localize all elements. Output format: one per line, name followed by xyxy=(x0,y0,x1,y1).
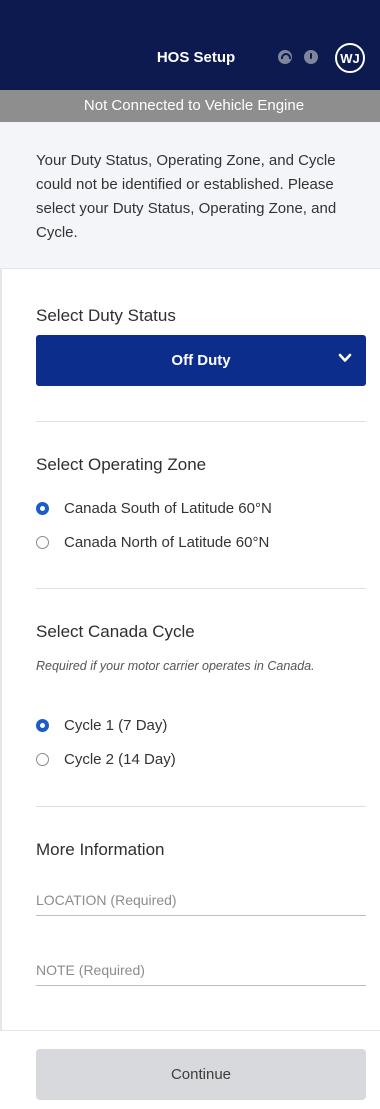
divider xyxy=(36,806,366,807)
more-info-title: More Information xyxy=(36,840,165,859)
continue-button[interactable]: Continue xyxy=(36,1049,366,1100)
cycle-option-label: Cycle 1 (7 Day) xyxy=(64,717,168,734)
cycle-option-2[interactable]: Cycle 2 (14 Day) xyxy=(36,751,176,768)
gauge-icon[interactable] xyxy=(278,50,292,64)
duty-status-title: Select Duty Status xyxy=(36,306,176,325)
zone-option-label: Canada North of Latitude 60°N xyxy=(64,534,270,551)
cycle-option-label: Cycle 2 (14 Day) xyxy=(64,751,176,768)
canada-cycle-title: Select Canada Cycle xyxy=(36,622,195,641)
cycle-option-1[interactable]: Cycle 1 (7 Day) xyxy=(36,717,167,734)
zone-option-label: Canada South of Latitude 60°N xyxy=(64,500,272,517)
setup-notice: Your Duty Status, Operating Zone, and Cy… xyxy=(0,122,380,269)
radio-unselected-icon[interactable] xyxy=(36,536,49,549)
location-field[interactable]: LOCATION (Required) xyxy=(36,888,366,916)
page-title: HOS Setup xyxy=(156,49,236,66)
note-field[interactable]: NOTE (Required) xyxy=(36,958,366,986)
cycle-hint: Required if your motor carrier operates … xyxy=(36,659,315,673)
radio-selected-icon[interactable] xyxy=(36,502,49,515)
avatar[interactable]: WJ xyxy=(335,43,365,73)
divider xyxy=(36,421,366,422)
operating-zone-title: Select Operating Zone xyxy=(36,455,207,474)
duty-status-value: Off Duty xyxy=(171,352,231,369)
duty-status-select[interactable]: Off Duty xyxy=(36,335,366,386)
chevron-down-icon xyxy=(338,353,352,362)
divider xyxy=(36,588,366,589)
app-header: HOS Setup WJ xyxy=(0,0,380,90)
radio-unselected-icon[interactable] xyxy=(36,753,49,766)
footer-bar: Continue xyxy=(0,1030,380,1109)
radio-selected-icon[interactable] xyxy=(36,719,49,732)
connection-status-banner: Not Connected to Vehicle Engine xyxy=(0,90,380,122)
zone-option-north[interactable]: Canada North of Latitude 60°N xyxy=(36,534,269,551)
alert-icon[interactable] xyxy=(304,50,318,64)
zone-option-south[interactable]: Canada South of Latitude 60°N xyxy=(36,500,272,517)
